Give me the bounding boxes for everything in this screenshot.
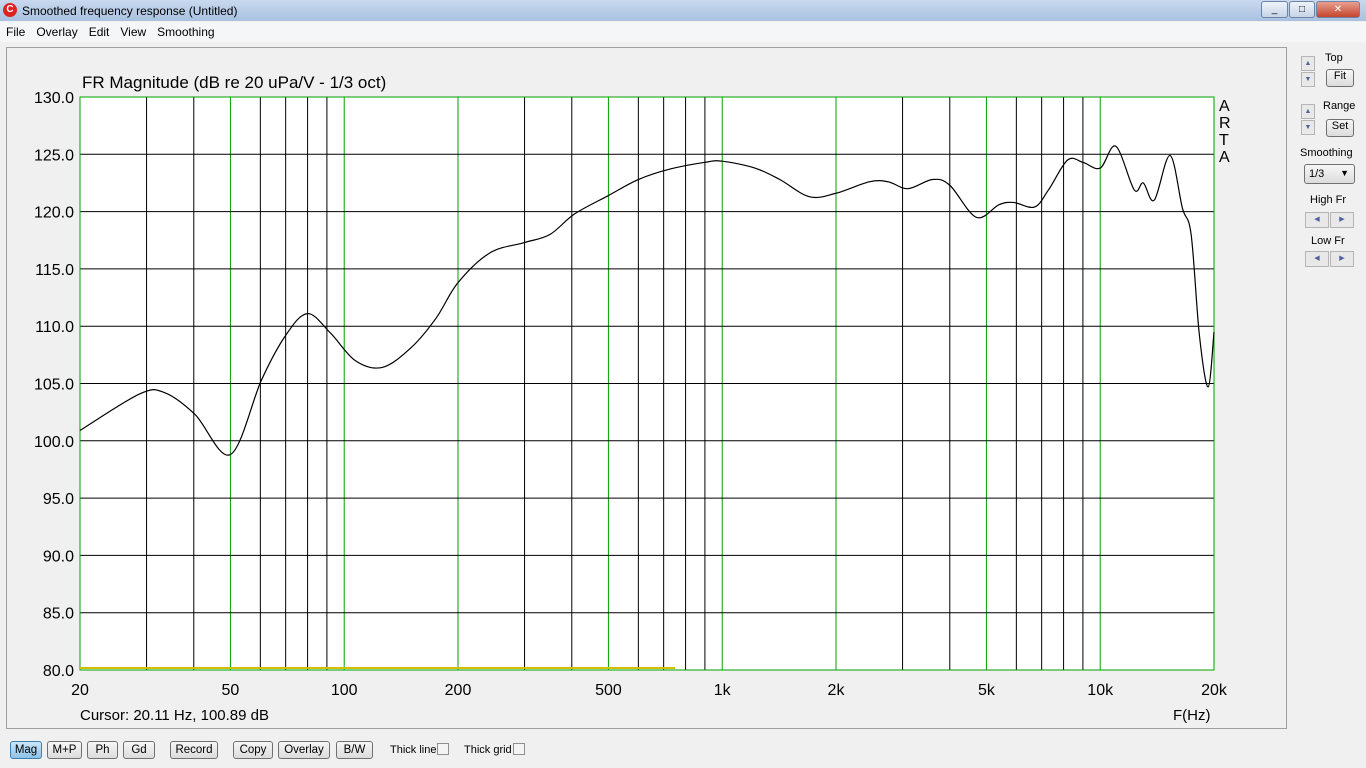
y-tick-label: 125.0 xyxy=(34,147,74,164)
overlay-button[interactable]: Overlay xyxy=(278,741,330,759)
watermark-letter: R xyxy=(1219,115,1231,132)
y-tick-label: 95.0 xyxy=(43,491,74,508)
watermark-letter: A xyxy=(1219,149,1230,166)
high-fr-left-icon[interactable]: ◀ xyxy=(1305,212,1329,228)
smoothing-label: Smoothing xyxy=(1300,147,1353,159)
fit-button[interactable]: Fit xyxy=(1326,69,1354,87)
record-button[interactable]: Record xyxy=(170,741,218,759)
y-tick-label: 80.0 xyxy=(43,663,74,680)
m-plus-p-button[interactable]: M+P xyxy=(47,741,82,759)
low-fr-label: Low Fr xyxy=(1311,235,1345,247)
y-tick-label: 130.0 xyxy=(34,90,74,107)
x-tick-label: 500 xyxy=(595,682,622,699)
copy-button[interactable]: Copy xyxy=(233,741,273,759)
thick-grid-checkbox[interactable] xyxy=(513,743,525,755)
range-down-icon[interactable]: ▼ xyxy=(1301,120,1315,135)
arta-watermark: ARTA xyxy=(1219,98,1231,166)
top-down-icon[interactable]: ▼ xyxy=(1301,72,1315,87)
watermark-letter: T xyxy=(1219,132,1229,149)
close-button[interactable]: ✕ xyxy=(1316,1,1360,18)
y-tick-label: 100.0 xyxy=(34,434,74,451)
top-up-icon[interactable]: ▲ xyxy=(1301,56,1315,71)
x-tick-label: 50 xyxy=(222,682,240,699)
dropdown-arrow-icon: ▼ xyxy=(1340,168,1349,178)
gd-button[interactable]: Gd xyxy=(123,741,155,759)
x-tick-label: 5k xyxy=(978,682,996,699)
chart[interactable]: 80.0 85.0 90.0 95.0 100.0 105.0 110.0 115.0 120.… xyxy=(0,0,1290,735)
maximize-button[interactable]: □ xyxy=(1289,1,1315,18)
x-tick-label: 20k xyxy=(1201,682,1228,699)
set-button[interactable]: Set xyxy=(1326,119,1354,137)
ph-button[interactable]: Ph xyxy=(87,741,118,759)
y-tick-label: 115.0 xyxy=(35,262,74,279)
low-fr-right-icon[interactable]: ▶ xyxy=(1330,251,1354,267)
chart-title: FR Magnitude (dB re 20 uPa/V - 1/3 oct) xyxy=(82,73,386,92)
y-tick-label: 110.0 xyxy=(35,319,74,336)
range-up-icon[interactable]: ▲ xyxy=(1301,104,1315,119)
x-axis-label: F(Hz) xyxy=(1173,707,1211,724)
smoothing-select[interactable]: 1/3 ▼ xyxy=(1304,164,1355,184)
x-tick-label: 20 xyxy=(71,682,89,699)
top-label: Top xyxy=(1325,52,1343,64)
high-fr-right-icon[interactable]: ▶ xyxy=(1330,212,1354,228)
x-tick-label: 100 xyxy=(331,682,358,699)
x-tick-label: 2k xyxy=(828,682,846,699)
mag-button[interactable]: Mag xyxy=(10,741,42,759)
thick-line-checkbox[interactable] xyxy=(437,743,449,755)
low-fr-left-icon[interactable]: ◀ xyxy=(1305,251,1329,267)
range-label: Range xyxy=(1323,100,1356,112)
x-tick-label: 200 xyxy=(445,682,472,699)
smoothing-value: 1/3 xyxy=(1309,168,1325,180)
x-tick-label: 10k xyxy=(1087,682,1114,699)
bw-button[interactable]: B/W xyxy=(336,741,373,759)
watermark-letter: A xyxy=(1219,98,1230,115)
y-tick-label: 90.0 xyxy=(43,548,74,565)
y-tick-label: 120.0 xyxy=(34,205,74,222)
cursor-readout: Cursor: 20.11 Hz, 100.89 dB xyxy=(80,707,269,724)
x-tick-label: 1k xyxy=(714,682,732,699)
thick-line-label: Thick line xyxy=(390,744,437,756)
y-tick-label: 105.0 xyxy=(34,377,74,394)
y-tick-label: 85.0 xyxy=(43,606,74,623)
bottom-toolbar: Mag M+P Ph Gd Record Copy Overlay B/W Th… xyxy=(0,738,1366,768)
thick-grid-label: Thick grid xyxy=(464,744,512,756)
high-fr-label: High Fr xyxy=(1310,194,1347,206)
